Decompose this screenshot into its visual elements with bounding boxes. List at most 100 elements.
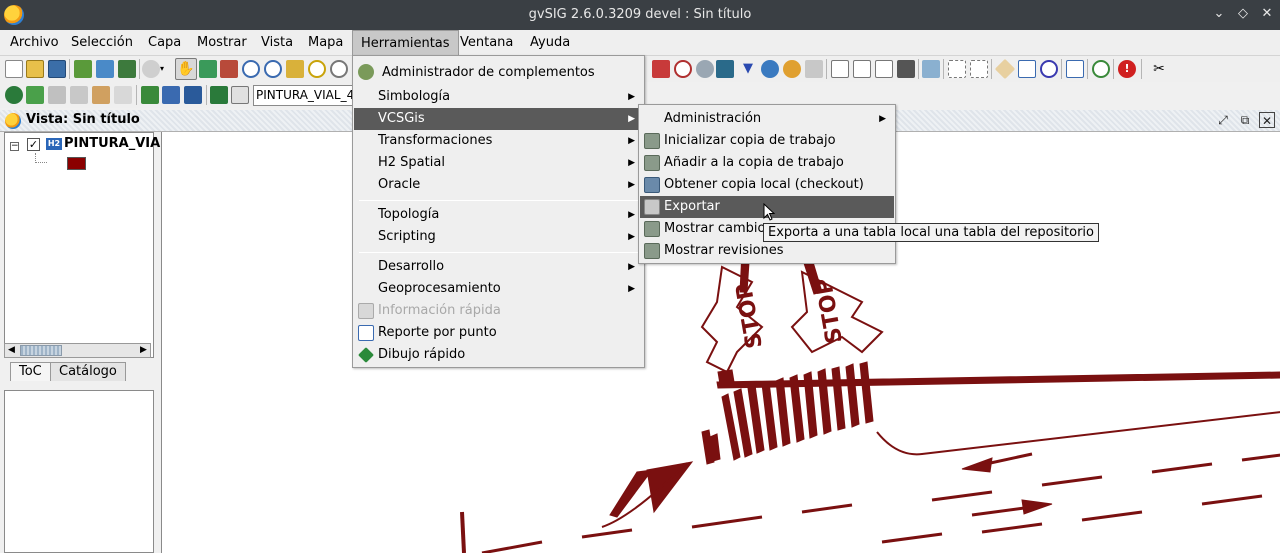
eye-icon[interactable] (142, 60, 160, 78)
menu-item-dibujo-rapido[interactable]: Dibujo rápido (354, 344, 643, 366)
print-icon[interactable] (114, 86, 132, 104)
map-icon[interactable] (26, 86, 44, 104)
menu-item-topologia[interactable]: Topología ▶ (354, 204, 643, 226)
layer-export-icon[interactable] (184, 86, 202, 104)
select-by-layer-icon[interactable] (716, 60, 734, 78)
world-icon[interactable] (5, 86, 23, 104)
menu-item-anadir-copia[interactable]: Añadir a la copia de trabajo (640, 152, 894, 174)
select-circle-icon[interactable] (674, 60, 692, 78)
copy-icon[interactable] (853, 60, 871, 78)
clear-selection-icon[interactable] (805, 60, 823, 78)
menu-mapa[interactable]: Mapa (300, 30, 351, 56)
active-layer-combo[interactable]: PINTURA_VIAL_4 (253, 85, 353, 106)
toc-horizontal-scrollbar[interactable]: ◀ ▶ (4, 343, 151, 358)
menu-item-oracle[interactable]: Oracle ▶ (354, 174, 643, 196)
layer-visibility-checkbox[interactable]: ✓ (27, 138, 40, 151)
menu-ayuda[interactable]: Ayuda (522, 30, 578, 56)
zoom-out-icon[interactable] (264, 60, 282, 78)
tab-catalogo[interactable]: Catálogo (50, 362, 126, 381)
menu-item-reporte-por-punto[interactable]: Reporte por punto (354, 322, 643, 344)
menu-item-administrador-complementos[interactable]: Administrador de complementos (354, 60, 643, 85)
menu-separator (359, 252, 640, 253)
error-icon[interactable]: ! (1118, 60, 1136, 78)
properties-icon[interactable] (231, 86, 249, 104)
search-icon[interactable] (1040, 60, 1058, 78)
menu-archivo[interactable]: Archivo (2, 30, 67, 56)
document-icon[interactable] (1066, 60, 1084, 78)
menu-item-inicializar-copia[interactable]: Inicializar copia de trabajo (640, 130, 894, 152)
submenu-arrow-icon: ▶ (628, 262, 635, 272)
layer-name[interactable]: PINTURA_VIAL (64, 136, 168, 151)
collapse-icon[interactable]: − (10, 142, 19, 151)
mouse-cursor-icon (763, 203, 776, 221)
layer-symbol-swatch[interactable] (67, 157, 86, 170)
gps-icon[interactable] (922, 60, 940, 78)
scroll-thumb[interactable] (20, 345, 62, 356)
select-point-icon[interactable] (652, 60, 670, 78)
menu-item-geoprocesamiento[interactable]: Geoprocesamiento ▶ (354, 278, 643, 300)
close-view-icon[interactable]: ✕ (1259, 112, 1275, 128)
zoom-layer-icon[interactable] (308, 60, 326, 78)
zoom-in-icon[interactable] (242, 60, 260, 78)
measure-area-icon[interactable] (970, 60, 988, 78)
table-icon[interactable] (831, 60, 849, 78)
menu-item-administracion[interactable]: Administración ▶ (640, 108, 894, 130)
layer-down-icon[interactable] (162, 86, 180, 104)
menu-item-simbologia[interactable]: Simbología ▶ (354, 86, 643, 108)
open-folder-icon[interactable] (26, 60, 44, 78)
new-file-icon[interactable] (5, 60, 23, 78)
save-icon[interactable] (48, 60, 66, 78)
tools-icon[interactable]: ✂ (1150, 60, 1168, 78)
sync-icon[interactable] (48, 86, 66, 104)
zoom-select-icon[interactable] (220, 60, 238, 78)
database-add-icon (644, 155, 660, 171)
maximize-icon[interactable]: ⤢ (1215, 112, 1231, 128)
globe-icon[interactable] (761, 60, 779, 78)
revisions-icon (644, 243, 660, 259)
raster-icon[interactable] (92, 86, 110, 104)
menu-mostrar[interactable]: Mostrar (189, 30, 255, 56)
scroll-right-icon[interactable]: ▶ (137, 344, 150, 357)
add-layer-icon[interactable] (74, 60, 92, 78)
layers-icon[interactable] (286, 60, 304, 78)
pan-hand-icon[interactable]: ✋ (175, 58, 197, 80)
menu-item-scripting[interactable]: Scripting ▶ (354, 226, 643, 248)
binoculars-icon[interactable] (897, 60, 915, 78)
menu-herramientas[interactable]: Herramientas (352, 30, 459, 56)
report-icon (358, 325, 374, 341)
tab-toc[interactable]: ToC (10, 362, 51, 381)
dropdown-arrow-icon[interactable]: ▾ (160, 60, 170, 78)
menu-seleccion[interactable]: Selección (63, 30, 141, 56)
filter-icon[interactable]: ▼ (739, 60, 757, 78)
plugin-gear-icon[interactable] (1092, 60, 1110, 78)
import-icon[interactable] (96, 60, 114, 78)
info-tool-icon[interactable] (1018, 60, 1036, 78)
menu-item-vcsgis[interactable]: VCSGis ▶ (354, 108, 643, 130)
select-polygon-icon[interactable] (696, 60, 714, 78)
edit-layer-icon[interactable] (210, 86, 228, 104)
chevron-down-icon[interactable]: ⌄ (1211, 6, 1227, 22)
zoom-extent-icon[interactable] (199, 60, 217, 78)
diamond-tool-icon[interactable] (994, 58, 1016, 80)
scroll-left-icon[interactable]: ◀ (5, 344, 18, 357)
download-icon[interactable] (118, 60, 136, 78)
refresh-selection-icon[interactable] (783, 60, 801, 78)
measure-distance-icon[interactable] (948, 60, 966, 78)
zoom-scale-icon[interactable] (330, 60, 348, 78)
submenu-arrow-icon: ▶ (628, 92, 635, 102)
menu-vista[interactable]: Vista (253, 30, 301, 56)
menu-item-h2-spatial[interactable]: H2 Spatial ▶ (354, 152, 643, 174)
menu-item-transformaciones[interactable]: Transformaciones ▶ (354, 130, 643, 152)
menu-item-mostrar-revisiones[interactable]: Mostrar revisiones (640, 240, 894, 262)
menu-item-desarrollo[interactable]: Desarrollo ▶ (354, 256, 643, 278)
restore-icon[interactable]: ⧉ (1237, 112, 1253, 128)
paste-icon[interactable] (875, 60, 893, 78)
diamond-icon[interactable]: ◇ (1235, 6, 1251, 22)
new-layer-icon[interactable] (141, 86, 159, 104)
close-icon[interactable]: ✕ (1259, 6, 1275, 22)
menu-item-obtener-copia-local[interactable]: Obtener copia local (checkout) (640, 174, 894, 196)
menu-capa[interactable]: Capa (140, 30, 189, 56)
menu-ventana[interactable]: Ventana (452, 30, 521, 56)
submenu-arrow-icon: ▶ (628, 114, 635, 124)
layout-icon[interactable] (70, 86, 88, 104)
